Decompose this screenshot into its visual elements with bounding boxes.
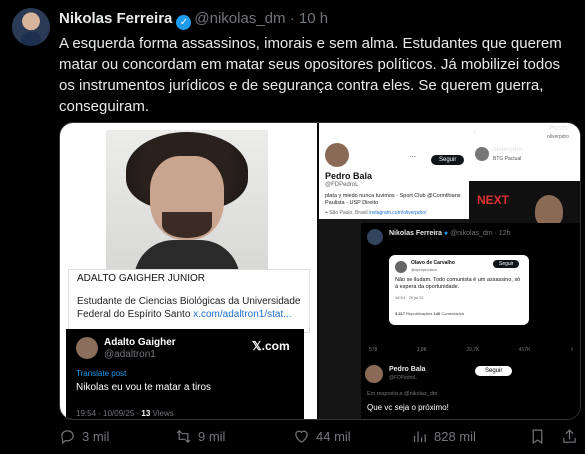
embedded-text: Nikolas eu vou te matar a tiros [76,382,212,393]
repost-count: 9 mil [198,429,226,444]
quote-avatar [395,261,407,273]
inner-reposts: 3,8K [416,347,427,353]
reply-follow: Seguir [475,366,513,376]
profile-name: Pedro Bala [325,171,373,181]
profile-location: São Paulo, Brasil [329,210,368,216]
share-icon [563,429,576,443]
embedded-time: 19:54 · 10/09/25 · [76,409,140,418]
reply-count: 3 mil [82,429,110,444]
embedded-meta: 19:54 · 10/09/25 · 13 Views [76,409,174,418]
profile-link: instagram.com/oliverpdro/ [368,210,427,216]
profile-card: ADALTO GAIGHER JUNIOR Estudante de Cienc… [68,269,310,333]
media-right-image[interactable]: ⋯ Seguir Pedro Bala @FDPedroL plata y mi… [319,123,580,419]
tweet-media[interactable]: ADALTO GAIGHER JUNIOR Estudante de Cienc… [59,122,581,420]
embedded-x-post: Adalto Gaigher @adaltron1 𝕏.com Translat… [66,329,304,419]
verified-badge-icon: ✓ [176,15,192,30]
quote-name: Olavo de Carvalho [411,260,455,266]
bookmark-icon [532,429,543,445]
beard-shape [162,212,212,238]
translate-link: Translate post [76,369,127,378]
author-name[interactable]: Nikolas Ferreira [59,10,172,27]
quote-comments: 146 [433,311,441,316]
profile-handle: @FDPedroL [325,182,359,188]
inner-handle: @nikolas_dm · 12h [450,230,511,237]
reply-icon [61,430,74,445]
tweet-text: A esquerda forma assassinos, imorais e s… [59,35,562,115]
quote-stats: 3.217 Republicações 146 Comentários [395,311,464,316]
embedded-views-label: Views [152,409,174,418]
inner-avatar [367,229,383,245]
author-avatar[interactable] [12,8,50,46]
media-left-image[interactable]: ADALTO GAIGHER JUNIOR Estudante de Cienc… [60,123,317,419]
views-button[interactable]: 828 mil [411,428,476,445]
posts-handle: oliverpdro [547,134,569,140]
follow-button: Seguir [431,155,465,165]
views-icon [413,431,426,443]
like-count: 44 mil [316,429,351,444]
quote-handle: @opropriolavo [411,267,438,272]
embedded-handle: @adaltron1 [104,349,156,360]
heart-icon [295,430,308,443]
quote-reposts-label: Republicações [406,311,433,316]
quote-comments-label: Comentários [441,311,465,316]
location-icon: ⌖ [325,210,328,216]
quote-follow: Seguir [493,260,520,268]
reply-text: Que vc seja o próximo! [367,403,449,412]
share-button[interactable] [561,428,578,445]
portrait-photo [106,130,268,270]
reply-to: Em resposta a @nikolas_dm [367,391,438,397]
ad-user: oliverpdro [493,147,523,153]
profile-avatar [325,143,349,167]
separator-dot: · [289,10,295,27]
reply-name: Pedro Bala [389,366,426,373]
action-bar: 3 mil 9 mil 44 mil 828 mil [59,428,579,448]
embedded-avatar [76,337,98,359]
repost-button[interactable]: 9 mil [175,428,225,445]
ad-tag: NEXT [477,193,510,207]
ad-company: BTG Pactual [493,156,522,162]
inner-header: Nikolas Ferreira ● @nikolas_dm · 12h [389,230,510,237]
quote-text: Não se iludam. Todo comunista é um assas… [395,277,521,290]
reply-handle: @FDPedroL [389,375,417,381]
like-button[interactable]: 44 mil [293,428,351,445]
inner-likes: 20,7K [466,347,480,353]
embedded-views: 13 [141,409,151,418]
repost-icon [176,429,191,444]
embedded-name: Adalto Gaigher [104,337,176,348]
inner-views: 417K [518,347,531,353]
reply-button[interactable]: 3 mil [59,428,109,445]
card-link[interactable]: x.com/adaltron1/stat... [193,309,291,320]
inner-verified-icon: ● [443,230,449,237]
x-logo-icon: 𝕏.com [252,339,290,353]
author-handle[interactable]: @nikolas_dm [194,10,285,27]
inner-name: Nikolas Ferreira [389,230,442,237]
inner-replies: 578 [369,347,378,353]
profile-bio: plata y miedo nunca tuvimos - Sport Club… [325,193,461,206]
inner-share-icon: ⇪ [569,347,574,353]
bookmark-button[interactable] [529,428,546,445]
more-icon: ⋯ [409,154,416,161]
posts-label: Posts [549,125,569,132]
card-description: Estudante de Ciencias Biológicas da Univ… [77,295,309,321]
shirt-shape [134,240,240,270]
card-title: ADALTO GAIGHER JUNIOR [77,273,205,284]
views-count: 828 mil [434,429,476,444]
inner-stats: 578 3,8K 20,7K 417K ⇪ [369,347,574,353]
posts-avatar [475,147,489,161]
reply-avatar [365,365,383,383]
profile-meta: ⌖ São Paulo, Brasil instagram.com/oliver… [325,210,427,216]
quote-reposts: 3.217 [395,311,406,316]
back-arrow-icon: ‹ [473,127,476,137]
post-time[interactable]: 10 h [299,10,328,27]
nikolas-post-screenshot: Nikolas Ferreira ● @nikolas_dm · 12h Ola… [361,223,580,419]
quoted-post: Olavo de Carvalho @opropriolavo Seguir N… [389,255,529,325]
tweet-header: Nikolas Ferreira ✓ @nikolas_dm · 10 h [59,10,328,30]
quote-time: 18:54 · 29 jul 21 [395,295,424,300]
